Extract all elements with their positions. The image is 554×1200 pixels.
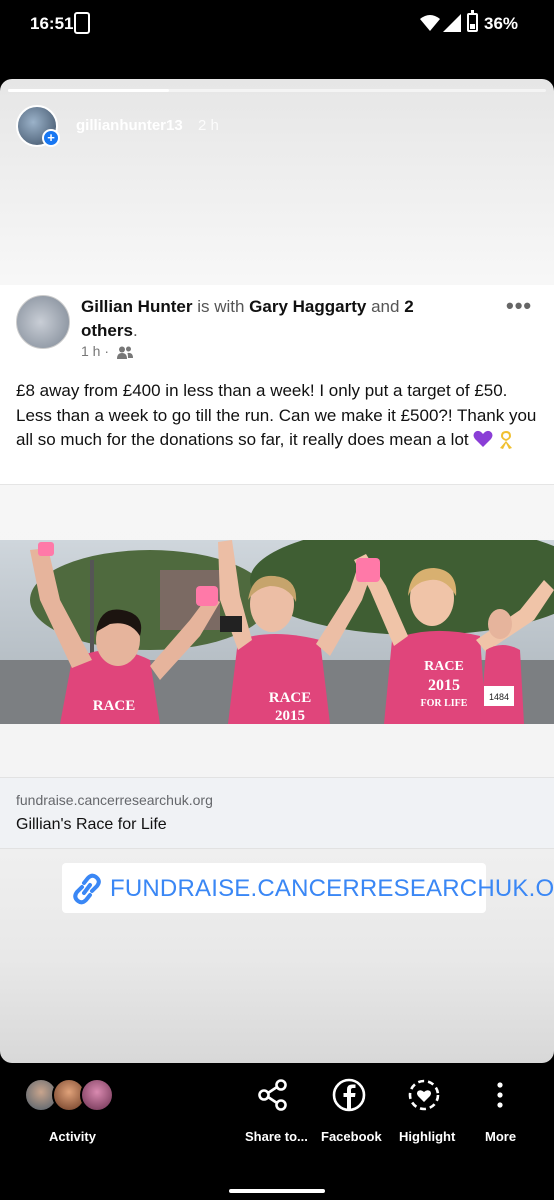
more-vertical-icon[interactable] bbox=[486, 1078, 514, 1112]
home-indicator[interactable] bbox=[229, 1189, 325, 1193]
wifi-icon bbox=[420, 15, 440, 31]
bottom-bar: Activity Share to... Facebook Highlight … bbox=[0, 1063, 554, 1200]
story-username[interactable]: gillianhunter13 bbox=[76, 117, 183, 134]
shirt-text-left: RACE bbox=[93, 698, 136, 714]
add-story-icon[interactable]: + bbox=[42, 129, 60, 147]
link-domain: fundraise.cancerresearchuk.org bbox=[16, 792, 213, 808]
post-author-avatar[interactable] bbox=[16, 295, 70, 349]
and-text: and bbox=[371, 297, 400, 316]
post-meta: 1 h · bbox=[81, 343, 133, 359]
highlight-button[interactable]: Highlight bbox=[399, 1129, 455, 1144]
shirt-text-center-2: 2015 bbox=[275, 708, 305, 724]
bib-number: 1484 bbox=[489, 692, 509, 702]
shared-post[interactable]: Gillian Hunter is with Gary Haggarty and… bbox=[0, 285, 554, 485]
battery-icon bbox=[467, 10, 478, 32]
story-time: 2 h bbox=[198, 117, 219, 134]
more-options-icon[interactable]: ••• bbox=[506, 293, 532, 319]
link-preview[interactable]: fundraise.cancerresearchuk.org Gillian's… bbox=[0, 777, 554, 849]
link-title: Gillian's Race for Life bbox=[16, 816, 167, 833]
friends-icon bbox=[116, 346, 133, 359]
shirt-text-right-2: 2015 bbox=[428, 677, 460, 694]
share-button[interactable]: Share to... bbox=[245, 1129, 308, 1144]
post-author-name[interactable]: Gillian Hunter bbox=[81, 297, 192, 316]
post-body: £8 away from £400 in less than a week! I… bbox=[16, 381, 537, 449]
purple-heart-icon bbox=[473, 430, 493, 447]
story-progress-fill bbox=[8, 89, 170, 92]
with-text: is with bbox=[197, 297, 245, 316]
activity-button[interactable]: Activity bbox=[49, 1129, 96, 1144]
facebook-icon[interactable] bbox=[332, 1078, 366, 1112]
battery-percent: 36% bbox=[484, 14, 519, 33]
phone-vibrate-icon bbox=[74, 12, 90, 34]
viewer-avatar-3[interactable] bbox=[80, 1078, 114, 1112]
post-header: Gillian Hunter is with Gary Haggarty and… bbox=[81, 295, 461, 343]
facebook-button[interactable]: Facebook bbox=[321, 1129, 382, 1144]
more-button[interactable]: More bbox=[485, 1129, 516, 1144]
post-time: 1 h bbox=[81, 343, 101, 359]
story-card[interactable]: + gillianhunter13 2 h Gillian Hunter is … bbox=[0, 79, 554, 1063]
highlight-icon[interactable] bbox=[407, 1078, 441, 1112]
header-period: . bbox=[132, 321, 138, 340]
tagged-person[interactable]: Gary Haggarty bbox=[249, 297, 366, 316]
shirt-text-right-3: FOR LIFE bbox=[421, 698, 468, 709]
link-sticker-text: FUNDRAISE.CANCERRESEARCHUK.ORG bbox=[110, 875, 554, 902]
race-for-life-photo: 1484 RACE RACE 2015 RACE 2015 FOR LIFE bbox=[0, 540, 554, 724]
yellow-ribbon-icon bbox=[500, 431, 513, 449]
shirt-text-right-1: RACE bbox=[424, 659, 464, 674]
status-time: 16:51 bbox=[30, 14, 74, 33]
share-icon[interactable] bbox=[256, 1078, 290, 1112]
status-bar: 16:51 36% bbox=[0, 0, 554, 52]
link-icon bbox=[73, 873, 101, 905]
shirt-text-center-1: RACE bbox=[269, 690, 312, 706]
link-sticker[interactable]: FUNDRAISE.CANCERRESEARCHUK.ORG bbox=[62, 863, 554, 913]
signal-icon bbox=[443, 14, 461, 32]
story-progress-bar bbox=[8, 89, 546, 92]
post-photo[interactable]: 1484 RACE RACE 2015 RACE 2015 FOR LIFE bbox=[0, 540, 554, 724]
post-text: £8 away from £400 in less than a week! I… bbox=[16, 379, 541, 453]
